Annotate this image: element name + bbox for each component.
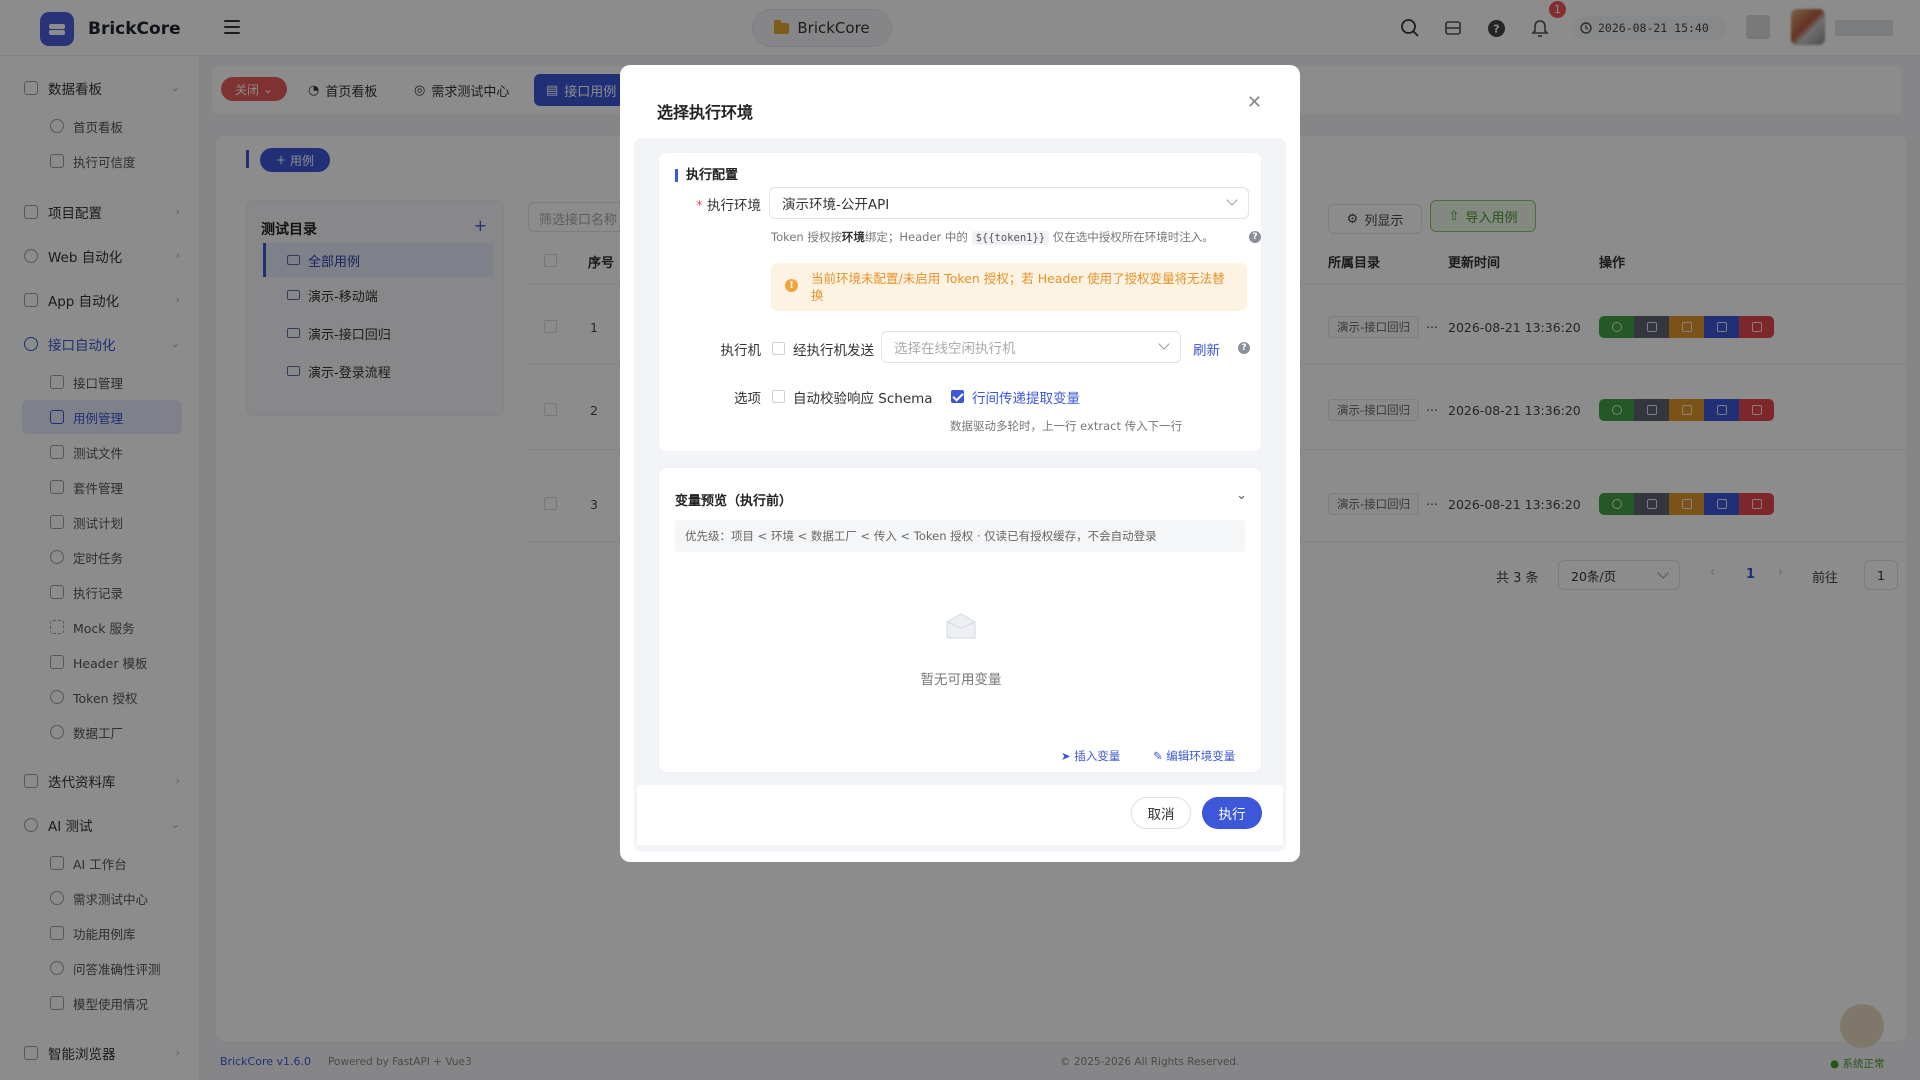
edit-env-var-label: 编辑环境变量 [1166, 749, 1236, 763]
chevron-down-icon [1226, 194, 1238, 206]
dialog-title: 选择执行环境 [657, 103, 754, 122]
schema-check-label: 自动校验响应 Schema [793, 391, 933, 407]
env-select-value: 演示环境-公开API [782, 197, 890, 213]
token-hint: Token 授权按环境绑定；Header 中的 ${{token1}} 仅在选中… [771, 229, 1214, 245]
token-hint-text: Token 授权按 [771, 230, 842, 244]
help-icon[interactable]: ? [1238, 342, 1250, 354]
var-preview-title: 变量预览（执行前） [675, 494, 793, 509]
runner-checkbox[interactable] [772, 342, 785, 355]
required-marker: * [695, 198, 703, 214]
env-select[interactable]: 演示环境-公开API [769, 187, 1249, 219]
token-warning: ! 当前环境未配置/未启用 Token 授权；若 Header 使用了授权变量将… [771, 263, 1247, 311]
edit-env-var-link[interactable]: ✎ 编辑环境变量 [1153, 748, 1235, 764]
run-button[interactable]: 执行 [1202, 797, 1262, 829]
exec-config-title: 执行配置 [675, 169, 738, 182]
insert-var-label: 插入变量 [1074, 749, 1121, 763]
exec-config-card: 执行配置 * 执行环境 演示环境-公开API Token 授权按环境绑定；Hea… [658, 152, 1262, 452]
chevron-down-icon[interactable]: ⌄ [1236, 488, 1247, 503]
token-code: ${{token1}} [971, 231, 1050, 245]
extract-pass-label: 行间传递提取变量 [972, 391, 1080, 407]
runner-select[interactable]: 选择在线空闲执行机 [881, 331, 1181, 363]
close-icon[interactable]: ✕ [1247, 92, 1262, 113]
schema-check-checkbox[interactable] [772, 390, 785, 403]
env-label-text: 执行环境 [707, 198, 761, 214]
select-exec-env-dialog: 选择执行环境 ✕ 执行配置 * 执行环境 演示环境-公开API Token 授权… [620, 65, 1300, 862]
warning-text: 当前环境未配置/未启用 Token 授权；若 Header 使用了授权变量将无法… [811, 271, 1225, 303]
runner-label: 执行机 [720, 343, 762, 359]
empty-state-text: 暂无可用变量 [920, 672, 1002, 688]
edit-icon: ✎ [1153, 749, 1163, 763]
token-hint-text: 仅在选中授权所在环境时注入。 [1052, 230, 1214, 244]
runner-check-label: 经执行机发送 [793, 343, 874, 359]
cancel-button[interactable]: 取消 [1131, 797, 1191, 829]
runner-select-placeholder: 选择在线空闲执行机 [894, 341, 1016, 357]
var-preview-card: 变量预览（执行前） ⌄ 优先级：项目 < 环境 < 数据工厂 < 传入 < To… [658, 467, 1262, 773]
extract-pass-checkbox[interactable] [951, 390, 964, 403]
token-hint-text: 绑定；Header 中的 [864, 230, 968, 244]
send-icon: ➤ [1061, 749, 1071, 763]
warning-icon: ! [785, 279, 798, 292]
extract-pass-hint: 数据驱动多轮时，上一行 extract 传入下一行 [950, 419, 1183, 433]
insert-var-link[interactable]: ➤ 插入变量 [1061, 748, 1120, 764]
env-label: * 执行环境 [689, 194, 761, 214]
priority-note: 优先级：项目 < 环境 < 数据工厂 < 传入 < Token 授权 · 仅读已… [675, 520, 1245, 552]
token-hint-emphasis: 环境 [841, 230, 865, 244]
refresh-link[interactable]: 刷新 [1193, 339, 1220, 359]
chevron-down-icon [1158, 338, 1170, 350]
help-icon[interactable]: ? [1249, 231, 1261, 243]
options-label: 选项 [734, 391, 761, 407]
empty-box-icon [941, 608, 981, 644]
